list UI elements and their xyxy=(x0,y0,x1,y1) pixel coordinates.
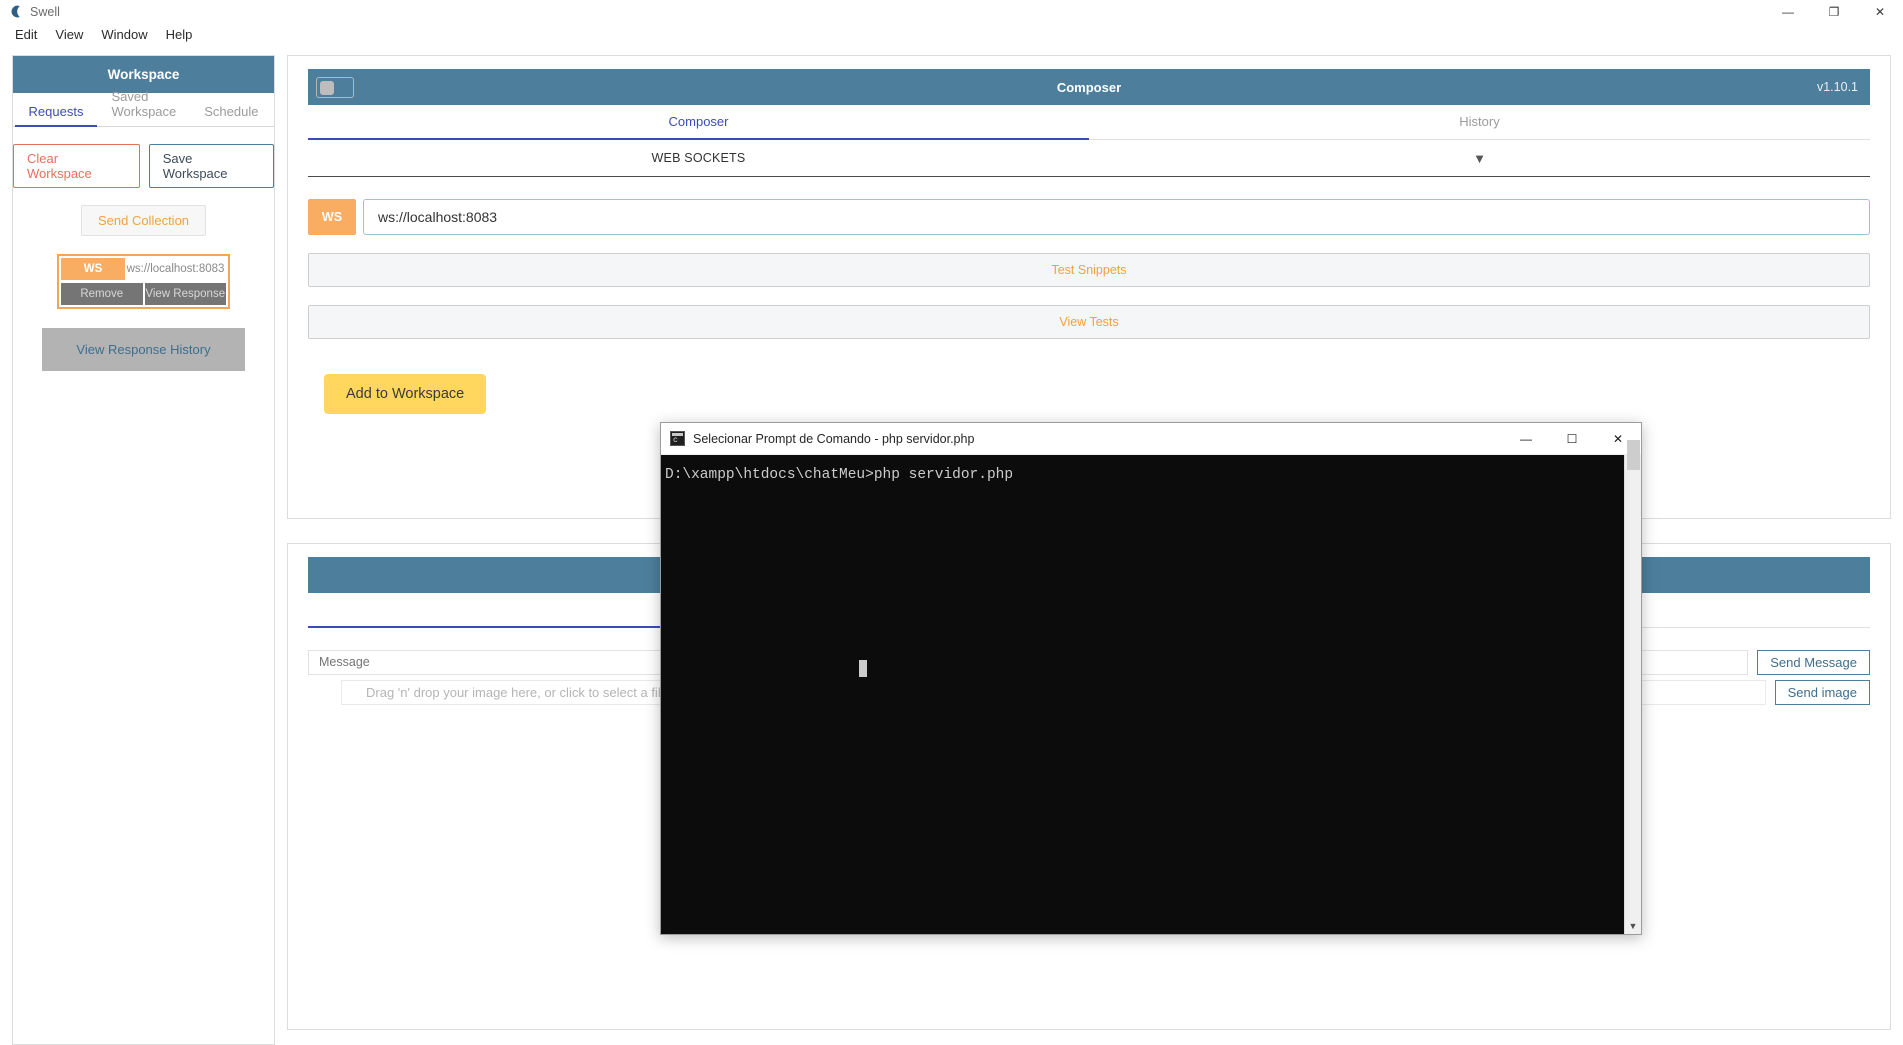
sidebar-tabs: Requests Saved Workspace Schedule xyxy=(13,89,274,127)
restore-button[interactable]: ❐ xyxy=(1811,0,1857,23)
request-url-text: ws://localhost:8083 xyxy=(125,258,226,280)
tab-composer-label: Composer xyxy=(668,114,729,129)
cmd-titlebar[interactable]: Selecionar Prompt de Comando - php servi… xyxy=(661,423,1641,455)
console-icon xyxy=(670,431,685,446)
send-collection-button[interactable]: Send Collection xyxy=(80,205,207,236)
ws-method-badge: WS xyxy=(308,199,356,235)
url-row: WS xyxy=(308,199,1870,235)
composer-tabs: Composer History xyxy=(308,105,1870,140)
cmd-window-title: Selecionar Prompt de Comando - php servi… xyxy=(693,431,975,446)
command-prompt-window[interactable]: Selecionar Prompt de Comando - php servi… xyxy=(660,422,1642,935)
close-button[interactable]: ✕ xyxy=(1857,0,1903,23)
composer-panel-header: Composer v1.10.1 xyxy=(308,69,1870,105)
protocol-selector[interactable]: WEB SOCKETS ▼ xyxy=(308,140,1870,177)
menu-item-window[interactable]: Window xyxy=(92,25,156,44)
request-card[interactable]: WS ws://localhost:8083 Remove View Respo… xyxy=(57,254,230,309)
cmd-window-controls: — ☐ ✕ xyxy=(1503,423,1641,455)
sidebar-tab-requests[interactable]: Requests xyxy=(14,100,98,127)
menu-item-edit[interactable]: Edit xyxy=(6,25,46,44)
cmd-scrollbar-thumb[interactable] xyxy=(1626,439,1640,470)
send-collection-row: Send Collection xyxy=(13,205,274,236)
url-input[interactable] xyxy=(363,199,1870,235)
workspace-actions: Clear Workspace Save Workspace xyxy=(13,144,274,188)
chevron-down-icon[interactable]: ▼ xyxy=(1089,151,1870,166)
scroll-down-icon[interactable]: ▼ xyxy=(1625,918,1641,934)
cmd-console-body[interactable]: D:\xampp\htdocs\chatMeu>php servidor.php… xyxy=(661,439,1641,934)
send-message-button[interactable]: Send Message xyxy=(1757,649,1870,675)
send-image-button[interactable]: Send image xyxy=(1774,679,1870,705)
cmd-minimize-button[interactable]: — xyxy=(1503,423,1549,455)
window-controls: — ❐ ✕ xyxy=(1765,0,1903,23)
workspace-sidebar: Workspace Requests Saved Workspace Sched… xyxy=(12,55,275,1045)
request-card-actions: Remove View Response xyxy=(61,283,226,305)
swell-logo-icon xyxy=(6,3,24,21)
menubar: Edit View Window Help xyxy=(0,23,1903,45)
composer-panel-title: Composer xyxy=(1056,79,1122,95)
add-to-workspace-button[interactable]: Add to Workspace xyxy=(324,374,487,414)
cmd-maximize-button[interactable]: ☐ xyxy=(1549,423,1595,455)
tab-history-label: History xyxy=(1459,114,1500,129)
sidebar-tab-schedule[interactable]: Schedule xyxy=(190,100,272,126)
view-response-history-button[interactable]: View Response History xyxy=(42,328,245,371)
view-response-button[interactable]: View Response xyxy=(144,283,226,305)
minimize-button[interactable]: — xyxy=(1765,0,1811,23)
menu-item-view[interactable]: View xyxy=(46,25,92,44)
cmd-text-cursor xyxy=(859,660,867,677)
view-tests-button[interactable]: View Tests xyxy=(308,305,1870,339)
tab-composer[interactable]: Composer xyxy=(308,113,1089,140)
request-card-head: WS ws://localhost:8083 xyxy=(61,258,226,280)
app-titlebar: Swell — ❐ ✕ xyxy=(0,0,1903,23)
cmd-scrollbar[interactable]: ▲ ▼ xyxy=(1624,439,1641,934)
app-version-label: v1.10.1 xyxy=(1816,80,1858,94)
protocol-label: WEB SOCKETS xyxy=(651,151,746,165)
tab-history[interactable]: History xyxy=(1089,113,1870,139)
app-title: Swell xyxy=(30,4,60,19)
sidebar-tab-saved-workspace[interactable]: Saved Workspace xyxy=(97,85,190,126)
menu-item-help[interactable]: Help xyxy=(157,25,202,44)
cmd-console-output: D:\xampp\htdocs\chatMeu>php servidor.php xyxy=(665,467,1014,483)
remove-request-button[interactable]: Remove xyxy=(61,283,143,305)
request-method-badge: WS xyxy=(61,258,125,280)
clear-workspace-button[interactable]: Clear Workspace xyxy=(13,144,140,188)
save-workspace-button[interactable]: Save Workspace xyxy=(148,144,274,188)
test-snippets-button[interactable]: Test Snippets xyxy=(308,253,1870,287)
